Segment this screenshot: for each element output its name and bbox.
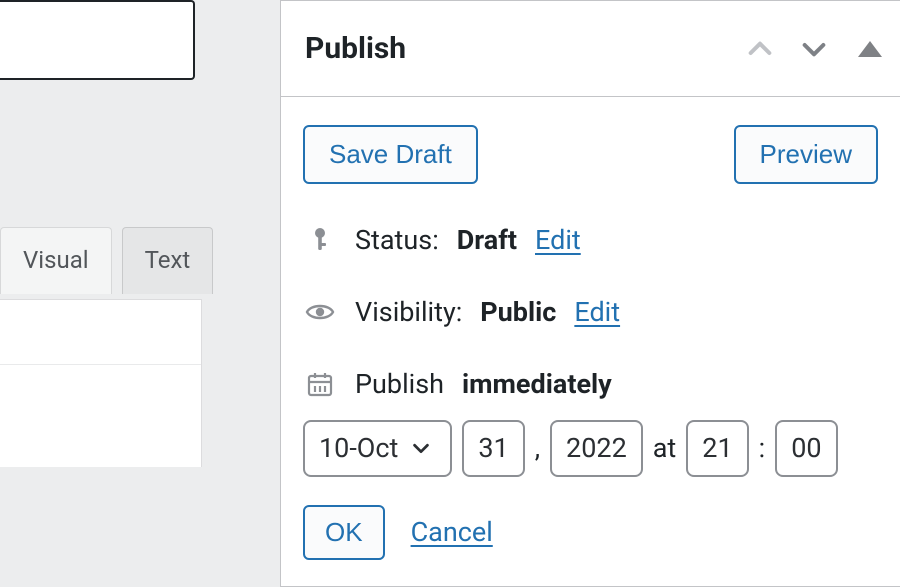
key-icon xyxy=(303,226,337,254)
schedule-label-value: immediately xyxy=(462,368,612,400)
hour-field[interactable]: 21 xyxy=(686,420,748,476)
schedule-confirm-row: OK Cancel xyxy=(303,505,878,560)
schedule-at: at xyxy=(653,432,677,464)
tab-text[interactable]: Text xyxy=(122,227,214,294)
status-row: Status: Draft Edit xyxy=(303,224,878,256)
save-draft-label: Save Draft xyxy=(329,139,452,169)
visibility-value: Public xyxy=(480,296,556,328)
move-down-icon[interactable] xyxy=(796,31,832,67)
ok-label: OK xyxy=(325,517,363,547)
calendar-icon xyxy=(303,370,337,398)
schedule-row: Publish immediately xyxy=(303,368,878,400)
hour-value: 21 xyxy=(702,432,732,464)
ok-button[interactable]: OK xyxy=(303,505,385,560)
move-up-icon[interactable] xyxy=(742,31,778,67)
eye-icon xyxy=(303,302,337,322)
chevron-down-icon xyxy=(410,437,432,459)
year-field[interactable]: 2022 xyxy=(550,420,643,476)
editor-content-area[interactable] xyxy=(0,299,202,467)
toggle-panel-icon[interactable] xyxy=(858,41,882,57)
schedule-date-row: 10-Oct 31 , 2022 at 21 : 00 xyxy=(303,420,878,476)
minute-value: 00 xyxy=(791,432,821,464)
publish-title: Publish xyxy=(305,31,406,66)
preview-label: Preview xyxy=(760,139,852,169)
time-colon: : xyxy=(759,432,766,464)
title-input-box[interactable] xyxy=(0,0,195,80)
publish-header-controls xyxy=(742,31,882,67)
tab-visual-label: Visual xyxy=(23,246,89,274)
tab-visual[interactable]: Visual xyxy=(0,227,112,294)
cancel-link[interactable]: Cancel xyxy=(411,516,493,548)
status-label: Status: xyxy=(355,224,439,256)
tab-text-label: Text xyxy=(145,246,191,274)
publish-actions: Save Draft Preview xyxy=(303,121,878,184)
minute-field[interactable]: 00 xyxy=(775,420,837,476)
month-select[interactable]: 10-Oct xyxy=(303,420,452,476)
preview-button[interactable]: Preview xyxy=(734,125,878,184)
status-edit-link[interactable]: Edit xyxy=(535,224,581,256)
publish-body: Save Draft Preview Status: Draft Edit Vi… xyxy=(281,97,900,560)
month-value: 10-Oct xyxy=(319,432,398,464)
day-value: 31 xyxy=(478,432,508,464)
day-field[interactable]: 31 xyxy=(462,420,524,476)
schedule-label-prefix: Publish xyxy=(355,368,444,400)
visibility-edit-link[interactable]: Edit xyxy=(574,296,620,328)
publish-metabox: Publish Save Draft Preview Status: xyxy=(280,0,900,587)
editor-tabs: Visual Text xyxy=(0,227,213,294)
visibility-row: Visibility: Public Edit xyxy=(303,296,878,328)
date-comma: , xyxy=(535,432,540,464)
status-value: Draft xyxy=(457,224,517,256)
save-draft-button[interactable]: Save Draft xyxy=(303,125,478,184)
publish-header: Publish xyxy=(281,1,900,97)
year-value: 2022 xyxy=(566,432,627,464)
visibility-label: Visibility: xyxy=(355,296,462,328)
